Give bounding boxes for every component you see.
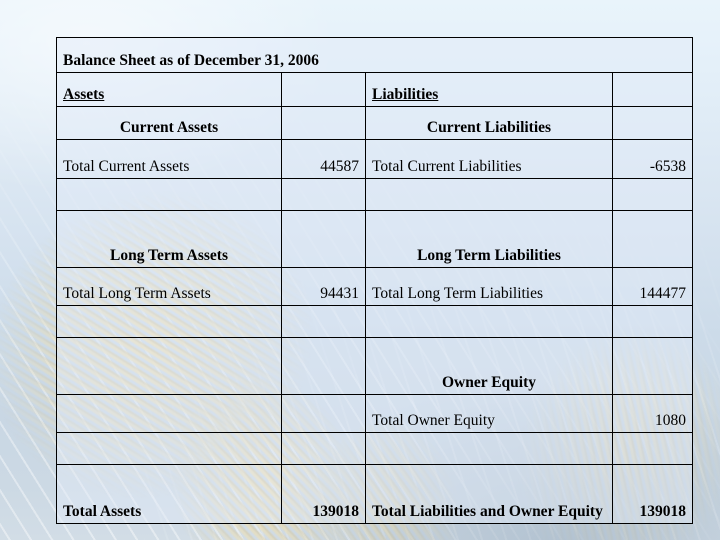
blank-cell (281, 178, 366, 211)
total-assets-label: Total Assets (56, 464, 282, 524)
long-term-assets-subheader: Long Term Assets (56, 210, 282, 268)
blank-cell (611, 178, 694, 211)
table-row-spacer (56, 432, 694, 465)
total-liabilities-and-owner-equity-label: Total Liabilities and Owner Equity (365, 464, 613, 524)
table-row-long-term-subheaders: Long Term Assets Long Term Liabilities (56, 210, 694, 268)
blank-cell (281, 305, 366, 338)
balance-sheet-table: Balance Sheet as of December 31, 2006 As… (55, 37, 694, 524)
table-row-spacer (56, 305, 694, 338)
blank-cell (611, 432, 694, 465)
blank-cell (365, 432, 613, 465)
total-long-term-liabilities-value: 144477 (611, 267, 694, 306)
blank-cell (365, 305, 613, 338)
total-assets-value: 139018 (281, 464, 366, 524)
balance-sheet-title: Balance Sheet as of December 31, 2006 (55, 37, 694, 73)
total-current-assets-label: Total Current Assets (56, 139, 282, 179)
blank-cell (281, 72, 366, 107)
blank-cell (56, 305, 282, 338)
blank-cell (611, 72, 694, 107)
liabilities-header: Liabilities (365, 72, 613, 107)
table-row-current-subheaders: Current Assets Current Liabilities (56, 106, 694, 140)
blank-cell (611, 337, 694, 395)
total-owner-equity-label: Total Owner Equity (365, 394, 613, 433)
blank-cell (611, 305, 694, 338)
current-liabilities-subheader: Current Liabilities (365, 106, 613, 140)
table-row-total-current: Total Current Assets 44587 Total Current… (56, 139, 694, 179)
table-row-total-owner-equity: Total Owner Equity 1080 (56, 394, 694, 433)
total-long-term-assets-value: 94431 (281, 267, 366, 306)
long-term-liabilities-subheader: Long Term Liabilities (365, 210, 613, 268)
blank-cell (56, 394, 282, 433)
blank-cell (365, 178, 613, 211)
blank-cell (611, 210, 694, 268)
blank-cell (56, 337, 282, 395)
table-row-spacer (56, 178, 694, 211)
total-liabilities-and-owner-equity-value: 139018 (611, 464, 694, 524)
blank-cell (56, 178, 282, 211)
total-current-liabilities-label: Total Current Liabilities (365, 139, 613, 179)
blank-cell (281, 337, 366, 395)
table-row-owner-equity-subheader: Owner Equity (56, 337, 694, 395)
total-current-liabilities-value: -6538 (611, 139, 694, 179)
table-row-grand-total: Total Assets 139018 Total Liabilities an… (56, 464, 694, 524)
blank-cell (281, 106, 366, 140)
table-row-title: Balance Sheet as of December 31, 2006 (55, 37, 694, 73)
total-long-term-liabilities-label: Total Long Term Liabilities (365, 267, 613, 306)
blank-cell (56, 432, 282, 465)
assets-header: Assets (56, 72, 282, 107)
total-current-assets-value: 44587 (281, 139, 366, 179)
blank-cell (281, 210, 366, 268)
total-long-term-assets-label: Total Long Term Assets (56, 267, 282, 306)
total-owner-equity-value: 1080 (611, 394, 694, 433)
owner-equity-subheader: Owner Equity (365, 337, 613, 395)
table-row-total-long-term: Total Long Term Assets 94431 Total Long … (56, 267, 694, 306)
blank-cell (281, 394, 366, 433)
blank-cell (611, 106, 694, 140)
blank-cell (281, 432, 366, 465)
current-assets-subheader: Current Assets (56, 106, 282, 140)
balance-sheet-container: Balance Sheet as of December 31, 2006 As… (55, 37, 694, 524)
table-row-section-headers: Assets Liabilities (56, 72, 694, 107)
